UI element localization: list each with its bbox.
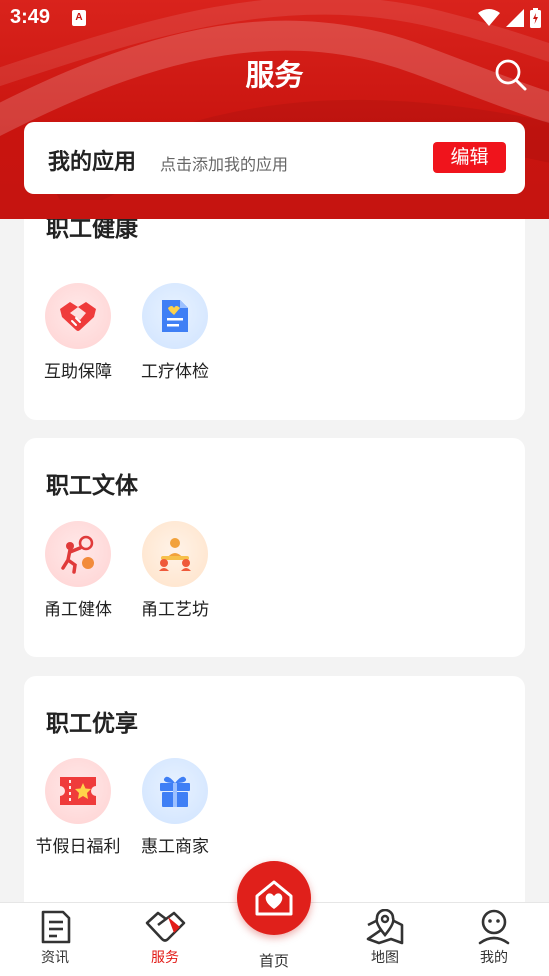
sports-icon bbox=[45, 521, 111, 587]
handshake-icon bbox=[45, 283, 111, 349]
page-title: 服务 bbox=[245, 58, 304, 92]
battery-icon bbox=[530, 8, 541, 28]
app-art-workshop[interactable]: 甬工艺坊 bbox=[127, 521, 223, 624]
app-medical-checkup[interactable]: 工疗体检 bbox=[127, 283, 223, 386]
news-icon bbox=[41, 910, 71, 944]
app-mutual-aid[interactable]: 互助保障 bbox=[30, 283, 126, 386]
section-card-culture-sports: 职工文体 甬工健体 甬工艺坊 bbox=[24, 438, 525, 657]
status-bar: 3:49 A bbox=[0, 0, 549, 38]
section-title: 职工优享 bbox=[46, 711, 138, 737]
section-title: 职工文体 bbox=[46, 473, 138, 499]
profile-icon bbox=[478, 909, 510, 945]
tab-map[interactable]: 地图 bbox=[330, 903, 440, 976]
section-card-health: 职工健康 互助保障 工疗体检 bbox=[24, 219, 525, 420]
my-apps-title: 我的应用 bbox=[48, 150, 137, 175]
services-list[interactable]: 职工健康 互助保障 工疗体检 职工文体 甬工健体 甬工艺坊 职工优享 节假日福利… bbox=[0, 219, 549, 902]
wifi-icon bbox=[478, 9, 500, 26]
app-label: 工疗体检 bbox=[141, 362, 209, 382]
app-merchant-discounts[interactable]: 惠工商家 bbox=[127, 758, 223, 861]
status-indicators bbox=[478, 7, 541, 29]
app-label: 甬工艺坊 bbox=[141, 600, 209, 620]
gift-icon bbox=[142, 758, 208, 824]
edit-button[interactable]: 编辑 bbox=[433, 142, 506, 173]
app-holiday-benefits[interactable]: 节假日福利 bbox=[30, 758, 126, 861]
ticket-icon bbox=[45, 758, 111, 824]
app-label: 节假日福利 bbox=[35, 837, 121, 857]
map-icon bbox=[366, 909, 404, 945]
medical-report-icon bbox=[142, 283, 208, 349]
my-apps-card[interactable]: 我的应用 点击添加我的应用 编辑 bbox=[24, 122, 525, 194]
app-label: 甬工健体 bbox=[44, 600, 112, 620]
app-label: 互助保障 bbox=[44, 362, 112, 382]
art-workshop-icon bbox=[142, 521, 208, 587]
tab-service[interactable]: 服务 bbox=[110, 903, 220, 976]
app-fitness[interactable]: 甬工健体 bbox=[30, 521, 126, 624]
home-button[interactable] bbox=[237, 861, 311, 935]
header-banner: 3:49 A 服务 我的应用 点击添加我的应用 编辑 bbox=[0, 0, 549, 219]
home-label: 首页 bbox=[258, 952, 289, 970]
home-heart-icon bbox=[255, 880, 293, 916]
tab-news[interactable]: 资讯 bbox=[0, 903, 110, 976]
status-time: 3:49 bbox=[10, 6, 51, 28]
my-apps-hint: 点击添加我的应用 bbox=[160, 155, 289, 174]
app-label: 惠工商家 bbox=[141, 837, 209, 857]
tab-label: 地图 bbox=[371, 950, 399, 966]
tab-profile[interactable]: 我的 bbox=[439, 903, 549, 976]
tab-label: 资讯 bbox=[41, 950, 69, 966]
section-title: 职工健康 bbox=[46, 219, 138, 242]
search-icon[interactable] bbox=[492, 56, 528, 92]
notification-icon: A bbox=[72, 10, 86, 26]
signal-icon bbox=[506, 9, 524, 27]
tab-label: 服务 bbox=[151, 950, 179, 966]
tab-label: 我的 bbox=[480, 950, 508, 966]
service-icon bbox=[145, 911, 186, 942]
